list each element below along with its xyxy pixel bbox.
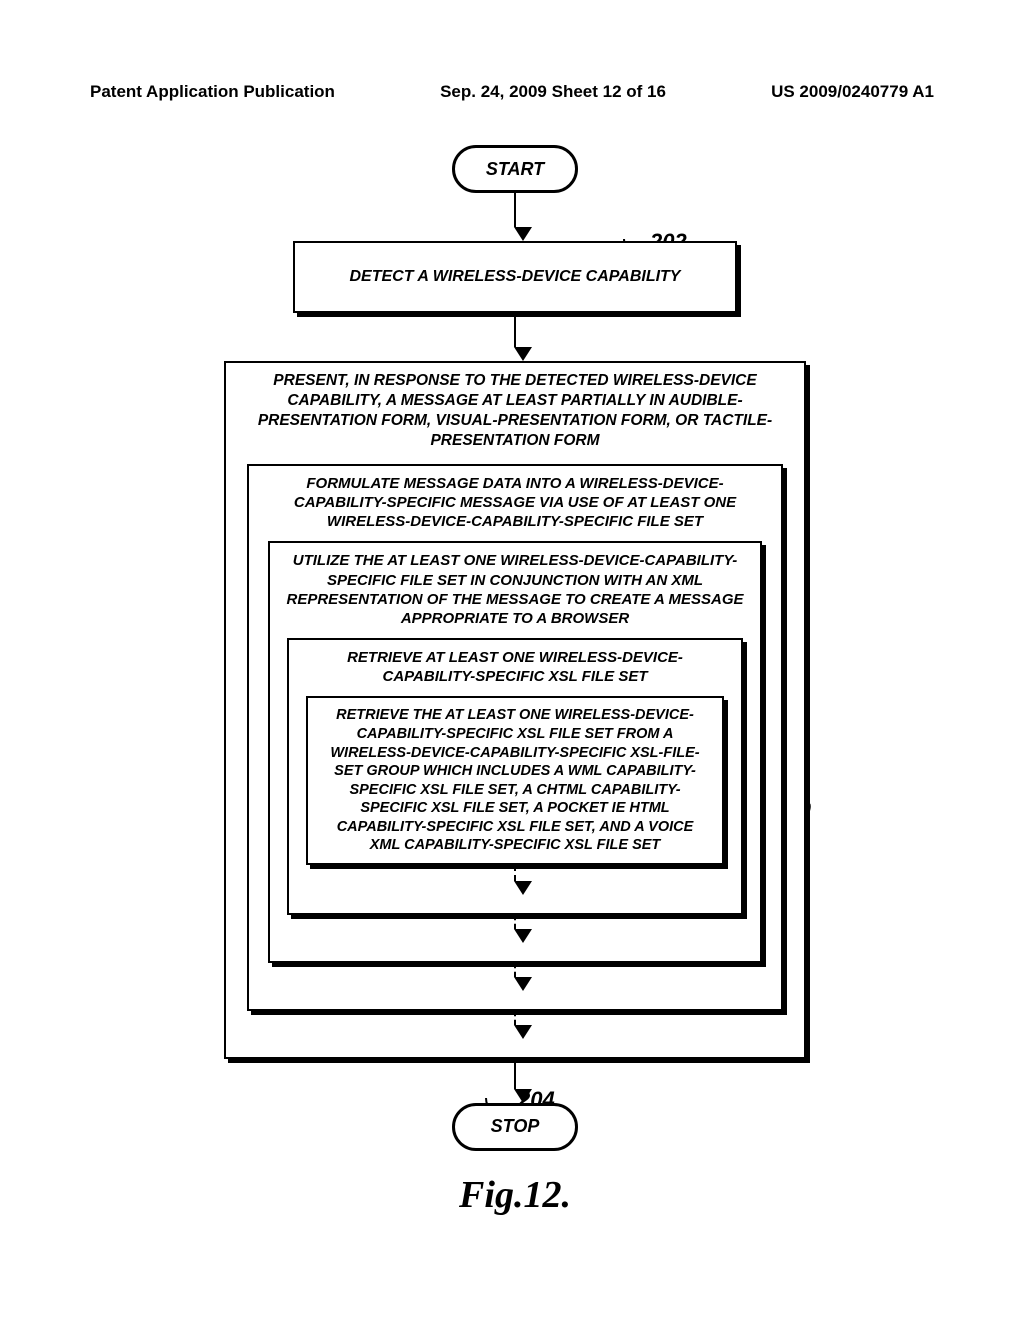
box-detect-text: DETECT A WIRELESS-DEVICE CAPABILITY [295, 243, 735, 311]
arrow-group-out3 [514, 963, 516, 991]
arrow-present-stop [514, 1059, 516, 1103]
box-detect: DETECT A WIRELESS-DEVICE CAPABILITY [293, 241, 737, 313]
flowchart: 200 202 500 600 900 1100 1200 204 START … [140, 145, 890, 1217]
arrow-group-out1 [514, 865, 516, 895]
box-formulate-text: FORMULATE MESSAGE DATA INTO A WIRELESS-D… [249, 466, 781, 540]
stop-label: STOP [491, 1116, 540, 1137]
arrow-group-out2 [514, 915, 516, 943]
box-retrieve-group: RETRIEVE THE AT LEAST ONE WIRELESS-DEVIC… [306, 696, 724, 864]
arrow-detect-present [514, 313, 516, 361]
box-present-text: PRESENT, IN RESPONSE TO THE DETECTED WIR… [226, 363, 804, 458]
page-header: Patent Application Publication Sep. 24, … [90, 82, 934, 102]
header-left: Patent Application Publication [90, 82, 335, 102]
box-utilize: UTILIZE THE AT LEAST ONE WIRELESS-DEVICE… [268, 541, 762, 963]
header-mid: Sep. 24, 2009 Sheet 12 of 16 [440, 82, 666, 102]
figure-label: Fig.12. [140, 1173, 890, 1217]
arrow-group-out4 [514, 1011, 516, 1039]
box-retrieve: RETRIEVE AT LEAST ONE WIRELESS-DEVICE-CA… [287, 638, 743, 915]
page: Patent Application Publication Sep. 24, … [0, 0, 1024, 1320]
box-formulate: FORMULATE MESSAGE DATA INTO A WIRELESS-D… [247, 464, 783, 1011]
box-present: PRESENT, IN RESPONSE TO THE DETECTED WIR… [224, 361, 806, 1058]
arrow-start-detect [514, 193, 516, 241]
header-right: US 2009/0240779 A1 [771, 82, 934, 102]
box-retrieve-group-text: RETRIEVE THE AT LEAST ONE WIRELESS-DEVIC… [308, 698, 722, 862]
stop-terminator: STOP [452, 1103, 578, 1151]
box-retrieve-text: RETRIEVE AT LEAST ONE WIRELESS-DEVICE-CA… [289, 640, 741, 694]
start-terminator: START [452, 145, 578, 193]
box-utilize-text: UTILIZE THE AT LEAST ONE WIRELESS-DEVICE… [270, 543, 760, 636]
start-label: START [486, 159, 544, 180]
